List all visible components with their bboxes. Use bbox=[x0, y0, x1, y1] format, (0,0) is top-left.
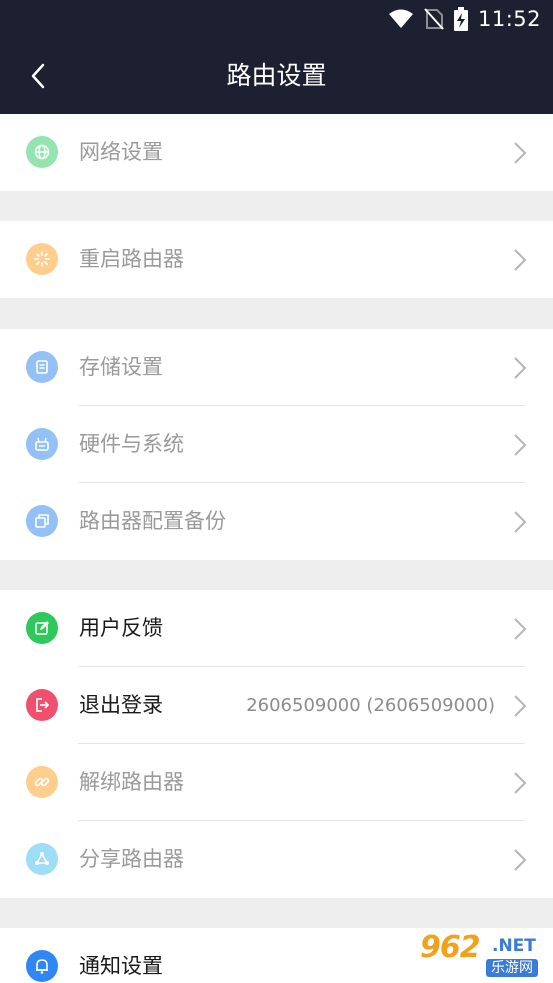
battery-charging-icon bbox=[453, 7, 468, 31]
bell-icon bbox=[26, 950, 58, 982]
config-backup-item[interactable]: 路由器配置备份 bbox=[0, 483, 553, 560]
hardware-system-item[interactable]: 硬件与系统 bbox=[0, 406, 553, 483]
backup-icon bbox=[26, 505, 58, 537]
config-backup-label: 路由器配置备份 bbox=[79, 509, 226, 533]
status-time: 11:52 bbox=[477, 7, 541, 31]
chevron-right-icon bbox=[514, 772, 527, 794]
settings-group-system: 存储设置 硬件与系统 路由器配置备份 bbox=[0, 329, 553, 560]
settings-group-network: 网络设置 bbox=[0, 114, 553, 191]
chevron-right-icon bbox=[514, 142, 527, 164]
restart-router-label: 重启路由器 bbox=[79, 247, 184, 271]
storage-settings-label: 存储设置 bbox=[79, 355, 163, 379]
status-icons: 11:52 bbox=[388, 6, 541, 32]
user-feedback-label: 用户反馈 bbox=[79, 616, 163, 640]
logout-icon bbox=[26, 689, 58, 721]
watermark-logo: 962 .NET 乐游网 bbox=[414, 928, 550, 980]
account-id: 2606509000 (2606509000) bbox=[246, 695, 495, 716]
storage-settings-item[interactable]: 存储设置 bbox=[0, 329, 553, 406]
chevron-right-icon bbox=[514, 618, 527, 640]
chevron-right-icon bbox=[514, 357, 527, 379]
settings-group-account: 用户反馈 退出登录 2606509000 (2606509000) 解绑路由器 … bbox=[0, 590, 553, 898]
chevron-right-icon bbox=[514, 434, 527, 456]
chevron-right-icon bbox=[514, 511, 527, 533]
storage-icon bbox=[26, 351, 58, 383]
page-title: 路由设置 bbox=[226, 61, 327, 90]
unbind-router-label: 解绑路由器 bbox=[79, 770, 184, 794]
restart-icon bbox=[26, 243, 58, 275]
chevron-right-icon bbox=[514, 695, 527, 717]
network-settings-label: 网络设置 bbox=[79, 140, 163, 164]
settings-group-restart: 重启路由器 bbox=[0, 221, 553, 298]
no-sim-icon bbox=[424, 8, 444, 30]
logout-item[interactable]: 退出登录 2606509000 (2606509000) bbox=[0, 667, 553, 744]
unbind-icon bbox=[26, 766, 58, 798]
network-settings-item[interactable]: 网络设置 bbox=[0, 114, 553, 191]
unbind-router-item[interactable]: 解绑路由器 bbox=[0, 744, 553, 821]
share-router-label: 分享路由器 bbox=[79, 847, 184, 871]
chevron-right-icon bbox=[514, 849, 527, 871]
watermark-number: 962 bbox=[420, 930, 481, 965]
share-router-item[interactable]: 分享路由器 bbox=[0, 821, 553, 898]
restart-router-item[interactable]: 重启路由器 bbox=[0, 221, 553, 298]
hardware-system-label: 硬件与系统 bbox=[79, 432, 184, 456]
logout-label: 退出登录 bbox=[79, 693, 163, 717]
watermark-net: .NET bbox=[492, 936, 536, 956]
hardware-icon bbox=[26, 428, 58, 460]
chevron-right-icon bbox=[514, 249, 527, 271]
feedback-icon bbox=[26, 612, 58, 644]
globe-icon bbox=[26, 136, 58, 168]
user-feedback-item[interactable]: 用户反馈 bbox=[0, 590, 553, 667]
wifi-icon bbox=[388, 9, 414, 29]
watermark-site: 乐游网 bbox=[486, 959, 538, 977]
nav-bar: 路由设置 bbox=[0, 38, 553, 114]
notification-settings-label: 通知设置 bbox=[79, 954, 163, 978]
share-icon bbox=[26, 843, 58, 875]
status-bar: 11:52 bbox=[0, 0, 553, 38]
